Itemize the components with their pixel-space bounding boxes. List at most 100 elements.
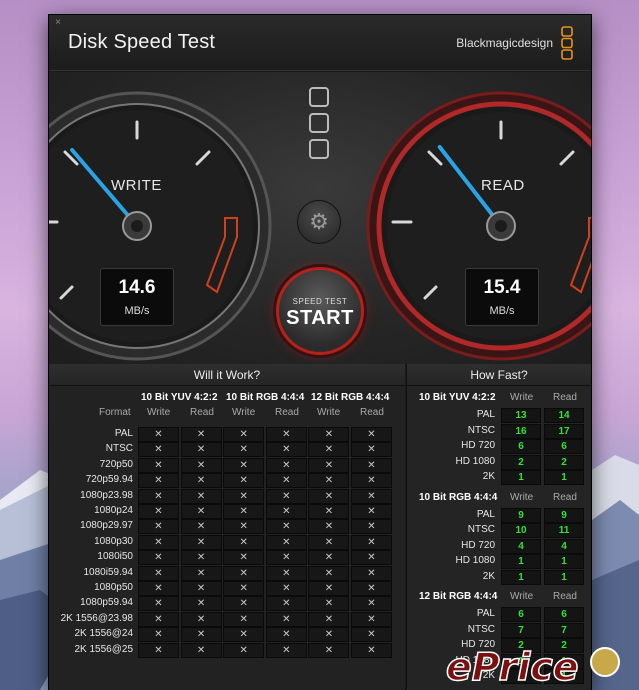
compatibility-cell: ✕ xyxy=(265,596,307,612)
write-fps-cell: 2 xyxy=(501,454,541,470)
compatibility-cell: ✕ xyxy=(138,627,179,643)
read-speed-readout: 15.4 MB/s xyxy=(465,268,539,326)
write-speed-readout: 14.6 MB/s xyxy=(100,268,174,326)
compatibility-cell: ✕ xyxy=(138,442,179,458)
read-fps-cell: 11 xyxy=(544,523,584,538)
table-row: NTSC 16 17 xyxy=(407,423,592,439)
format-label: PAL xyxy=(114,428,133,439)
will-it-work-panel: Will it Work? 10 Bit YUV 4:2:2 Write Read 1… xyxy=(49,364,405,690)
compatibility-cell: ✕ xyxy=(308,534,350,550)
read-fps-cell: 9 xyxy=(544,507,584,523)
format-label: 720p59.94 xyxy=(85,474,133,486)
write-fps-cell: 1 xyxy=(501,470,541,485)
compatibility-cell: ✕ xyxy=(223,596,265,612)
compatibility-cell: ✕ xyxy=(223,627,265,643)
settings-button[interactable]: ⚙ xyxy=(297,200,341,244)
close-icon[interactable]: × xyxy=(53,18,63,28)
app-title: Disk Speed Test xyxy=(68,31,216,53)
table-row: NTSC ✕ ✕ ✕ ✕ ✕ ✕ xyxy=(55,442,392,458)
compatibility-cell: ✕ xyxy=(351,519,392,535)
compatibility-cell: ✕ xyxy=(308,427,350,442)
read-fps-cell: 2 xyxy=(544,454,584,470)
compatibility-cell: ✕ xyxy=(138,550,179,566)
write-fps-cell: 9 xyxy=(501,507,541,523)
compatibility-cell: ✕ xyxy=(180,611,222,627)
group-header: 10 Bit RGB 4:4:4 xyxy=(226,392,305,403)
format-label: 720p50 xyxy=(99,458,133,470)
table-row: PAL 6 6 xyxy=(407,607,592,622)
format-label: 2K 1556@25 xyxy=(74,643,133,655)
compatibility-cell: ✕ xyxy=(223,457,265,473)
compatibility-cell: ✕ xyxy=(265,519,307,535)
compatibility-cell: ✕ xyxy=(265,488,307,504)
compatibility-cell: ✕ xyxy=(138,473,179,489)
resolution-label: HD 720 xyxy=(461,440,495,451)
column-header-write: Write xyxy=(317,407,341,418)
format-label: 2K 1556@23.98 xyxy=(60,612,133,624)
start-button[interactable]: SPEED TEST START xyxy=(276,267,364,355)
table-row: 1080i50 ✕ ✕ ✕ ✕ ✕ ✕ xyxy=(55,550,392,566)
compatibility-cell: ✕ xyxy=(180,642,222,658)
section-header: 10 Bit YUV 4:2:2 xyxy=(419,392,496,403)
format-label: 2K 1556@24 xyxy=(74,628,133,640)
compatibility-cell: ✕ xyxy=(138,427,179,442)
display-mode-icon[interactable] xyxy=(309,87,331,167)
compatibility-cell: ✕ xyxy=(223,611,265,627)
compatibility-cell: ✕ xyxy=(308,442,350,458)
title-bar: × Disk Speed Test Blackmagicdesign xyxy=(49,15,591,71)
compatibility-cell: ✕ xyxy=(180,457,222,473)
format-label: 1080p24 xyxy=(94,505,133,516)
compatibility-cell: ✕ xyxy=(138,565,179,581)
read-fps-cell: 17 xyxy=(544,423,584,439)
table-row: 2K 1556@23.98 ✕ ✕ ✕ ✕ ✕ ✕ xyxy=(55,611,392,627)
compatibility-cell: ✕ xyxy=(351,534,392,550)
table-row: 1080p29.97 ✕ ✕ ✕ ✕ ✕ ✕ xyxy=(55,519,392,535)
format-label: 1080p30 xyxy=(94,535,133,547)
write-fps-cell: 6 xyxy=(501,607,541,622)
will-it-work-table: 10 Bit YUV 4:2:2 Write Read 10 Bit RGB 4:4:… xyxy=(49,386,405,690)
compatibility-cell: ✕ xyxy=(180,504,222,519)
compatibility-cell: ✕ xyxy=(138,581,179,596)
compatibility-cell: ✕ xyxy=(308,504,350,519)
compatibility-cell: ✕ xyxy=(265,504,307,519)
compatibility-cell: ✕ xyxy=(138,488,179,504)
write-fps-cell: 10 xyxy=(501,523,541,538)
compatibility-cell: ✕ xyxy=(223,565,265,581)
compatibility-cell: ✕ xyxy=(265,427,307,442)
compatibility-cell: ✕ xyxy=(351,457,392,473)
compatibility-cell: ✕ xyxy=(308,519,350,535)
compatibility-cell: ✕ xyxy=(223,581,265,596)
column-header-read: Read xyxy=(553,591,577,602)
compatibility-cell: ✕ xyxy=(265,442,307,458)
compatibility-cell: ✕ xyxy=(180,488,222,504)
read-fps-cell: 14 xyxy=(544,408,584,423)
column-header-read: Read xyxy=(275,407,299,418)
compatibility-cell: ✕ xyxy=(180,534,222,550)
compatibility-cell: ✕ xyxy=(223,442,265,458)
write-speed-unit: MB/s xyxy=(124,305,150,317)
start-button-label: START xyxy=(286,307,354,329)
resolution-label: HD 1080 xyxy=(455,555,495,566)
compatibility-cell: ✕ xyxy=(351,642,392,658)
column-header-write: Write xyxy=(510,591,534,602)
column-header-write: Write xyxy=(147,407,171,418)
compatibility-cell: ✕ xyxy=(138,504,179,519)
compatibility-cell: ✕ xyxy=(180,427,222,442)
table-row: HD 720 4 4 xyxy=(407,538,592,554)
compatibility-cell: ✕ xyxy=(138,457,179,473)
table-row: PAL ✕ ✕ ✕ ✕ ✕ ✕ xyxy=(55,427,392,442)
compatibility-cell: ✕ xyxy=(351,611,392,627)
resolution-label: PAL xyxy=(476,409,495,420)
resolution-label: NTSC xyxy=(467,524,495,535)
compatibility-cell: ✕ xyxy=(308,581,350,596)
section-header: 10 Bit RGB 4:4:4 xyxy=(419,491,498,503)
gear-icon: ⚙ xyxy=(309,209,329,234)
compatibility-cell: ✕ xyxy=(138,534,179,550)
compatibility-cell: ✕ xyxy=(308,596,350,612)
eprice-watermark-logo: ePrice xyxy=(445,644,620,690)
format-label: 1080p29.97 xyxy=(80,520,133,532)
compatibility-cell: ✕ xyxy=(265,627,307,643)
blackmagic-logo-icon xyxy=(561,26,573,60)
compatibility-cell: ✕ xyxy=(351,488,392,504)
table-row: 1080p23.98 ✕ ✕ ✕ ✕ ✕ ✕ xyxy=(55,488,392,504)
